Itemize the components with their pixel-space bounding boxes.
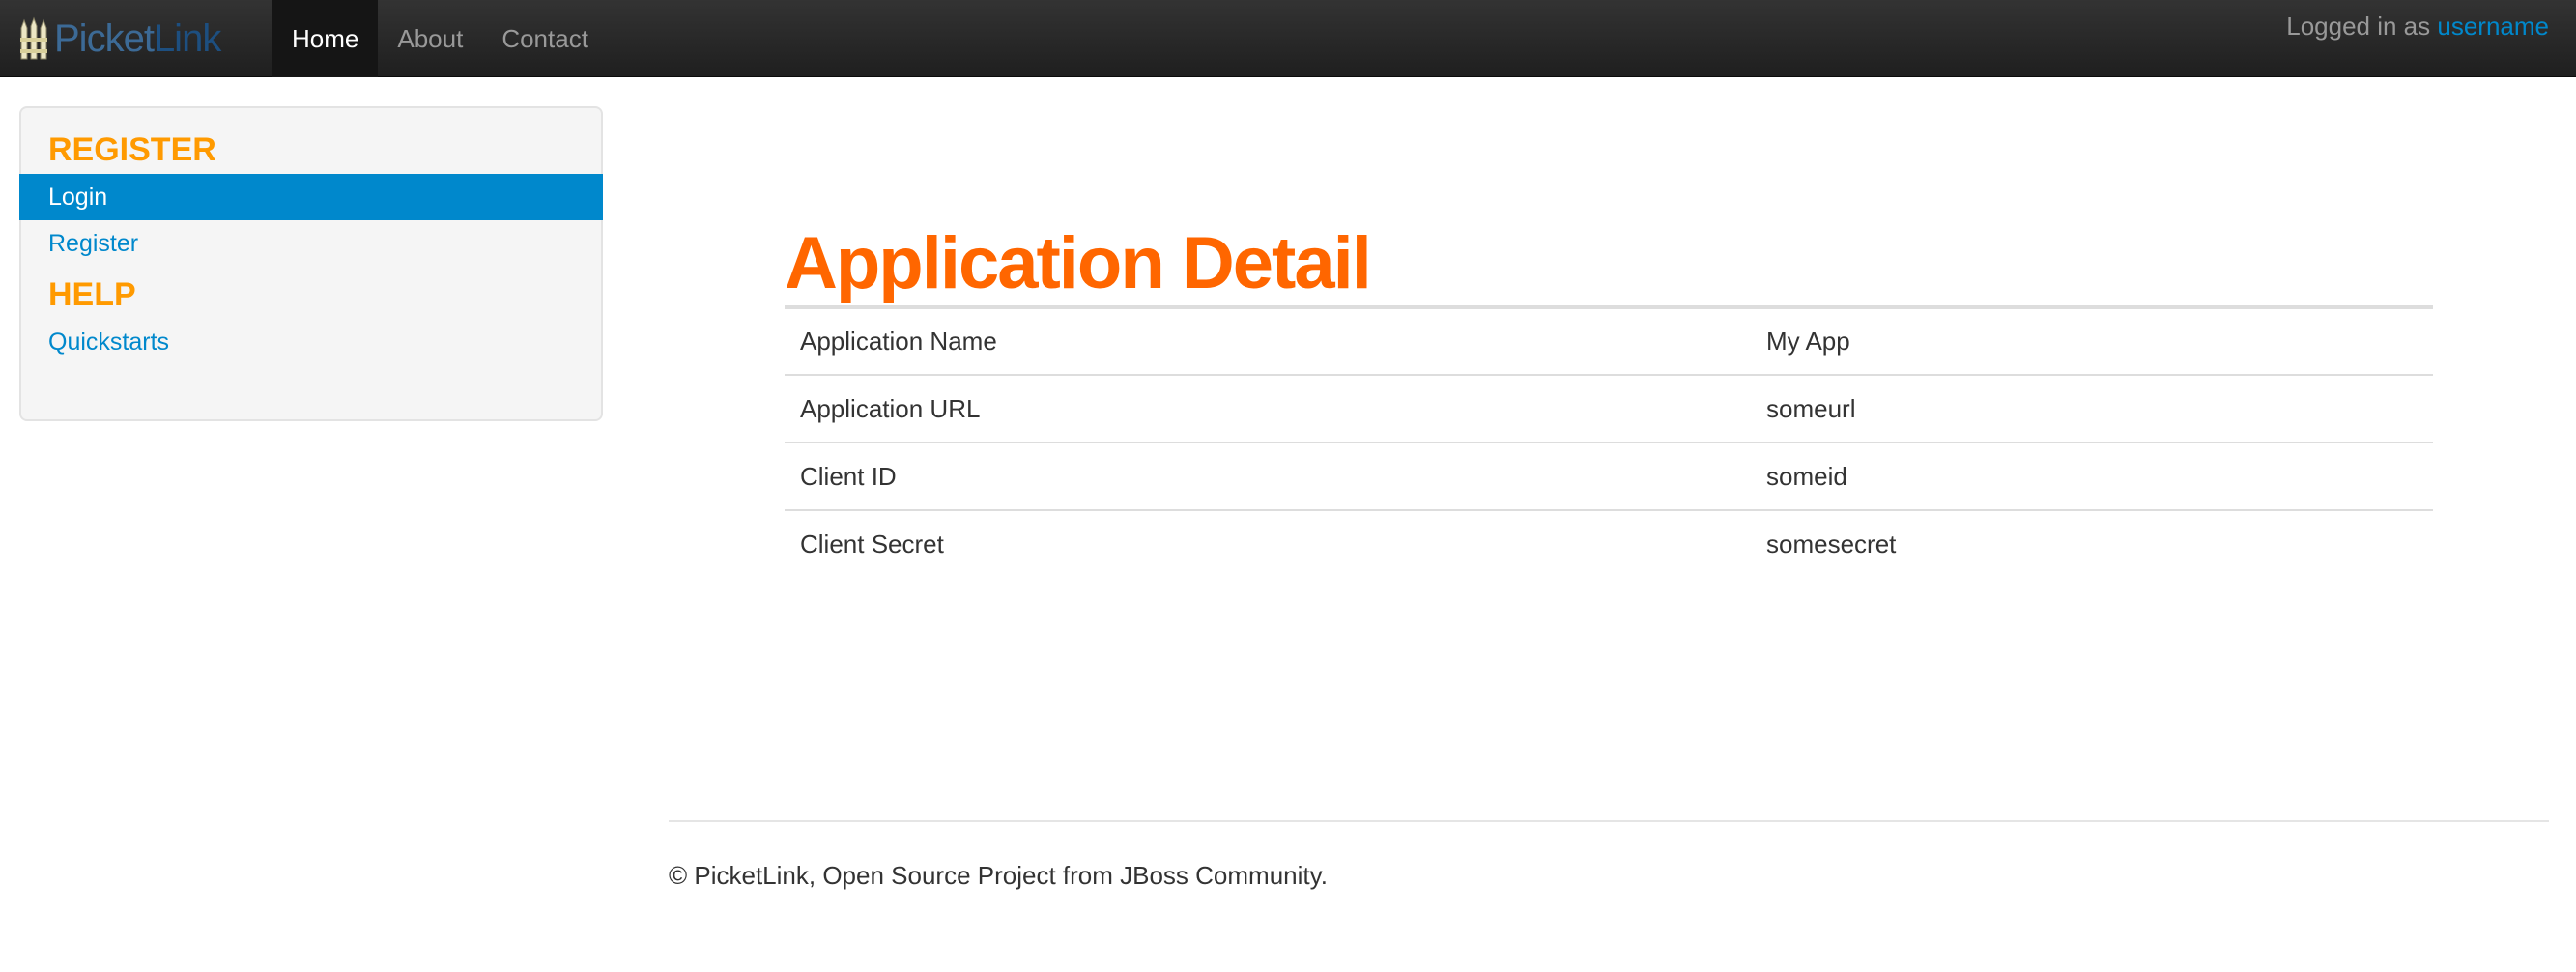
sidebar-header-help: HELP	[48, 276, 136, 313]
table-row: Application Name My App	[785, 307, 2433, 376]
page-title: Application Detail	[785, 222, 1372, 304]
sidebar-header-register: REGISTER	[48, 131, 216, 168]
row-label: Client ID	[785, 443, 1751, 511]
brand-name: PicketLink	[54, 17, 221, 60]
sidebar-item-quickstarts[interactable]: Quickstarts	[21, 319, 601, 365]
table-row: Application URL someurl	[785, 375, 2433, 443]
row-label: Application Name	[785, 307, 1751, 376]
table-row: Client ID someid	[785, 443, 2433, 511]
sidebar-item-login[interactable]: Login	[19, 174, 603, 220]
login-status: Logged in as username	[2286, 12, 2549, 42]
nav-item-contact[interactable]: Contact	[482, 0, 608, 77]
footer-copyright: © PicketLink, Open Source Project from J…	[669, 861, 1328, 890]
sidebar-item-register[interactable]: Register	[21, 220, 601, 267]
main-nav: Home About Contact	[272, 0, 608, 77]
application-detail-table: Application Name My App Application URL …	[785, 305, 2433, 578]
page-footer: © PicketLink, Open Source Project from J…	[669, 820, 2549, 891]
row-value: someid	[1751, 443, 2433, 511]
main-content: Application Detail Application Name My A…	[785, 222, 2433, 578]
row-label: Application URL	[785, 375, 1751, 443]
brand-link[interactable]: PicketLink	[19, 0, 221, 77]
row-value: somesecret	[1766, 529, 1897, 558]
row-label: Client Secret	[800, 529, 944, 558]
top-navbar: PicketLink Home About Contact Logged in …	[0, 0, 2576, 77]
picketlink-fence-icon	[20, 16, 47, 60]
login-status-prefix: Logged in as	[2286, 12, 2431, 41]
brand-name-part2: Link	[153, 17, 221, 60]
nav-item-home[interactable]: Home	[272, 0, 379, 77]
brand-name-part1: Picket	[54, 17, 155, 60]
table-row: Client Secret somesecret	[785, 510, 2433, 578]
row-value: My App	[1751, 307, 2433, 376]
nav-item-about[interactable]: About	[378, 0, 482, 77]
row-value: someurl	[1751, 375, 2433, 443]
username-link[interactable]: username	[2437, 12, 2549, 41]
sidebar: REGISTER Login Register HELP Quickstarts	[19, 106, 603, 421]
